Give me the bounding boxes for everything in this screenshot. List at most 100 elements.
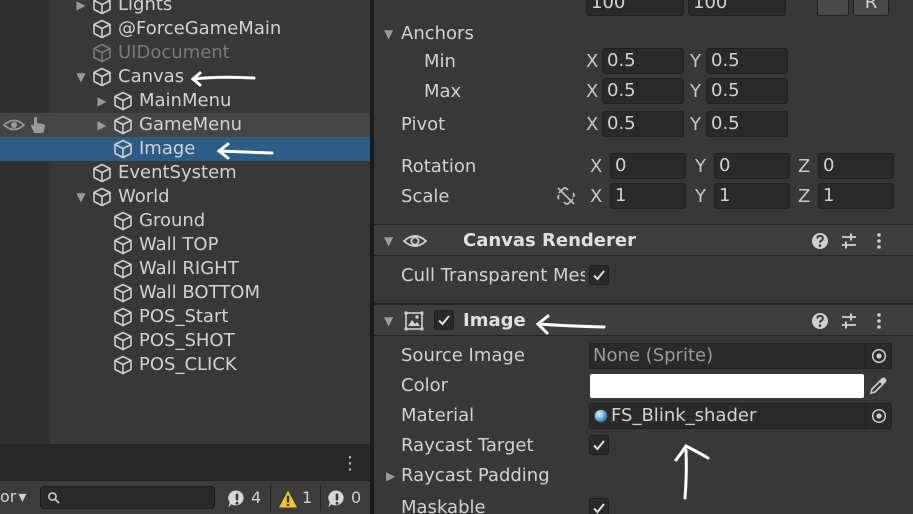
hierarchy-item[interactable]: Wall RIGHT — [0, 257, 370, 281]
info-icon — [228, 489, 244, 507]
hierarchy-item[interactable]: POS_CLICK — [0, 353, 370, 377]
scale-x-field[interactable]: 1 — [610, 183, 686, 209]
hierarchy-item[interactable]: Ground — [0, 209, 370, 233]
chevron-down-icon: ▾ — [18, 487, 27, 506]
maskable-checkbox[interactable] — [589, 498, 609, 514]
toolbar-separator — [320, 485, 321, 511]
raycast-target-checkbox[interactable] — [589, 435, 609, 455]
kebab-menu-icon[interactable] — [869, 311, 889, 331]
source-image-field[interactable]: None (Sprite) — [589, 343, 892, 369]
warning-count: 1 — [302, 488, 313, 507]
raycast-padding-label[interactable]: Raycast Padding — [401, 464, 550, 488]
hierarchy-item[interactable]: ▶ GameMenu — [0, 113, 370, 137]
hierarchy-item[interactable]: ▶ Lights — [0, 0, 370, 17]
object-picker-button[interactable] — [865, 404, 891, 428]
hierarchy-item[interactable]: ▶ MainMenu — [0, 89, 370, 113]
anchor-max-x-field[interactable]: 0.5 — [602, 78, 684, 104]
width-field[interactable]: 100 — [586, 0, 684, 16]
color-swatch[interactable] — [590, 374, 864, 398]
checkmark-icon — [593, 270, 605, 281]
image-component-header[interactable]: ▼ Image — [374, 304, 913, 336]
help-icon[interactable] — [810, 311, 830, 331]
anchor-min-x-field[interactable]: 0.5 — [602, 48, 684, 74]
hierarchy-item[interactable]: UIDocument — [0, 41, 370, 65]
anchors-label[interactable]: Anchors — [401, 22, 474, 46]
hierarchy-item[interactable]: Wall BOTTOM — [0, 281, 370, 305]
raw-edit-button[interactable]: R — [853, 0, 889, 16]
scale-z-field[interactable]: 1 — [818, 183, 894, 209]
toolbar-separator — [270, 485, 271, 511]
kebab-menu-icon[interactable]: ⋮ — [340, 452, 360, 476]
kebab-menu-icon[interactable] — [869, 231, 889, 251]
hierarchy-item[interactable]: @ForceGameMain — [0, 17, 370, 41]
expanded-arrow-icon[interactable]: ▼ — [74, 185, 88, 209]
presets-icon[interactable] — [839, 311, 859, 331]
visibility-eye-icon[interactable] — [3, 117, 25, 133]
rotation-y-axis: Y — [695, 156, 706, 177]
canvas-renderer-header[interactable]: ▼ Canvas Renderer — [374, 224, 913, 256]
hierarchy-item[interactable]: EventSystem — [0, 161, 370, 185]
anchor-min-y-field[interactable]: 0.5 — [706, 48, 788, 74]
hierarchy-item[interactable]: POS_Start — [0, 305, 370, 329]
error-icon — [328, 489, 344, 507]
help-icon[interactable] — [810, 231, 830, 251]
error-count-toggle[interactable]: 0 — [327, 485, 361, 511]
height-field[interactable]: 100 — [688, 0, 786, 16]
presets-icon[interactable] — [839, 231, 859, 251]
scale-y-field[interactable]: 1 — [714, 183, 790, 209]
gameobject-cube-icon — [92, 0, 112, 15]
collapsed-arrow-icon[interactable]: ▶ — [95, 113, 109, 137]
gameobject-cube-icon — [113, 355, 133, 375]
hierarchy-item-label: POS_SHOT — [139, 330, 235, 351]
warning-count-toggle[interactable]: 1 — [278, 485, 312, 511]
hierarchy-item[interactable]: POS_SHOT — [0, 329, 370, 353]
anchor-min-x-axis: X — [586, 51, 599, 72]
anchor-max-label: Max — [424, 81, 462, 102]
anchors-foldout-arrow[interactable]: ▼ — [384, 22, 393, 46]
gameobject-cube-icon — [113, 211, 133, 231]
expanded-arrow-icon[interactable]: ▼ — [74, 65, 88, 89]
hierarchy-item[interactable]: Wall TOP — [0, 233, 370, 257]
pickable-hand-icon[interactable] — [28, 115, 48, 135]
gameobject-cube-icon — [113, 259, 133, 279]
object-picker-button[interactable] — [865, 344, 891, 368]
hierarchy-item[interactable]: ▼ World — [0, 185, 370, 209]
eyedropper-icon[interactable] — [868, 376, 888, 396]
gameobject-cube-icon — [113, 91, 133, 111]
rotation-x-axis: X — [590, 156, 603, 177]
hierarchy-item[interactable]: Image — [0, 137, 370, 161]
hierarchy-item-label: World — [118, 186, 170, 207]
console-search-input[interactable] — [40, 486, 215, 509]
anchor-min-y-axis: Y — [690, 51, 701, 72]
pivot-x-field[interactable]: 0.5 — [602, 111, 684, 137]
rotation-z-field[interactable]: 0 — [818, 153, 894, 179]
blueprint-mode-button[interactable] — [817, 0, 849, 16]
hierarchy-item[interactable]: ▼ Canvas — [0, 65, 370, 89]
hierarchy-item-label: Canvas — [118, 66, 185, 87]
rotation-x-field[interactable]: 0 — [610, 153, 686, 179]
raycast-padding-foldout-arrow[interactable]: ▶ — [386, 464, 395, 488]
cull-transparent-mesh-checkbox[interactable] — [589, 265, 609, 285]
image-foldout-arrow[interactable]: ▼ — [384, 309, 393, 333]
console-mode-dropdown[interactable]: or ▾ — [0, 485, 34, 509]
collapsed-arrow-icon[interactable]: ▶ — [95, 89, 109, 113]
error-count: 0 — [351, 488, 362, 507]
hierarchy-item-label: POS_CLICK — [139, 354, 237, 375]
rotation-y-field[interactable]: 0 — [714, 153, 790, 179]
material-field[interactable]: FS_Blink_shader — [589, 403, 892, 429]
pivot-y-field[interactable]: 0.5 — [706, 111, 788, 137]
canvas-renderer-title: Canvas Renderer — [463, 230, 636, 251]
constrain-proportions-icon[interactable] — [555, 186, 577, 206]
canvas-renderer-foldout-arrow[interactable]: ▼ — [384, 229, 393, 253]
maskable-label: Maskable — [401, 497, 486, 514]
collapsed-arrow-icon[interactable]: ▶ — [74, 0, 88, 17]
gameobject-cube-icon — [113, 235, 133, 255]
rotation-z-axis: Z — [798, 156, 811, 177]
scale-label: Scale — [401, 186, 450, 207]
target-icon — [871, 348, 887, 364]
anchor-max-y-field[interactable]: 0.5 — [706, 78, 788, 104]
info-count-toggle[interactable]: 4 — [227, 485, 261, 511]
image-enabled-checkbox[interactable] — [434, 310, 454, 330]
gameobject-cube-icon — [92, 163, 112, 183]
console-area: ⋮ or ▾ 4 1 0 — [0, 444, 370, 514]
